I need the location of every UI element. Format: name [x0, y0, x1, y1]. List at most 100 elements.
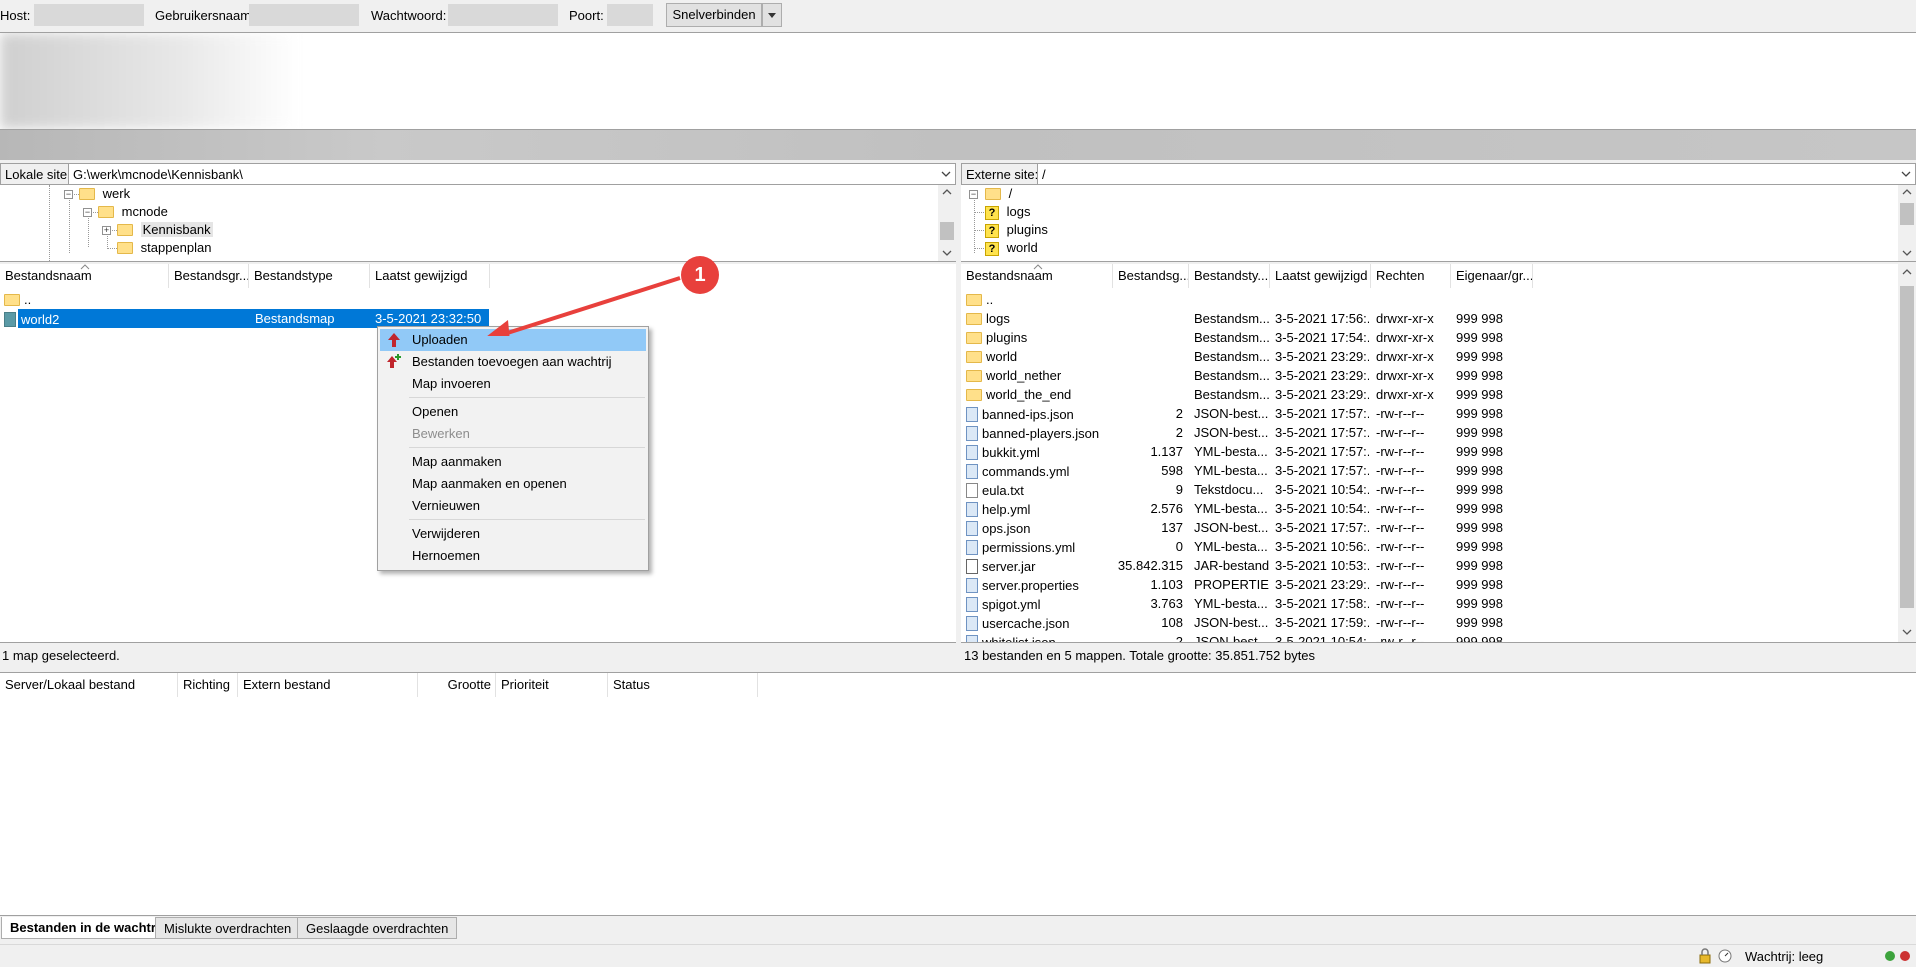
- file-name: server.properties: [982, 578, 1079, 593]
- collapse-icon[interactable]: −: [83, 208, 92, 217]
- menu-item-delete[interactable]: Verwijderen: [378, 523, 646, 545]
- pane-splitter[interactable]: [956, 163, 961, 666]
- table-row[interactable]: permissions.yml 0 YML-besta... 3-5-2021 10:…: [961, 537, 1897, 556]
- queue-header-size[interactable]: Grootte: [418, 673, 496, 697]
- port-input[interactable]: [607, 4, 653, 26]
- file-owner: 999 998: [1456, 520, 1503, 535]
- tree-item-root[interactable]: /: [985, 186, 1012, 204]
- menu-item-enter-folder[interactable]: Map invoeren: [378, 373, 646, 395]
- file-type: YML-besta...: [1194, 463, 1268, 478]
- local-tree-scrollbar[interactable]: [938, 185, 956, 261]
- quickconnect-button[interactable]: Snelverbinden: [666, 3, 762, 27]
- file-permissions: -rw-r--r--: [1376, 501, 1425, 516]
- tab-failed-transfers[interactable]: Mislukte overdrachten: [155, 917, 301, 939]
- menu-separator: [409, 397, 645, 398]
- username-input[interactable]: [249, 4, 359, 26]
- table-row[interactable]: server.properties 1.103 PROPERTIE... 3-5-20…: [961, 575, 1897, 594]
- file-permissions: drwxr-xr-x: [1376, 387, 1434, 402]
- parent-folder-icon: [4, 294, 20, 306]
- file-owner: 999 998: [1456, 501, 1503, 516]
- tree-item-werk[interactable]: werk: [79, 186, 130, 204]
- table-row[interactable]: ..: [961, 290, 1897, 309]
- menu-item-create-and-open-folder[interactable]: Map aanmaken en openen: [378, 473, 646, 495]
- table-row[interactable]: whitelist.json 2 JSON-best... 3-5-2021 10:5…: [961, 632, 1897, 643]
- queue-header-remote-file[interactable]: Extern bestand: [238, 673, 418, 697]
- expand-icon[interactable]: +: [102, 226, 111, 235]
- file-size: 0: [1175, 539, 1183, 554]
- table-row[interactable]: bukkit.yml 1.137 YML-besta... 3-5-2021 17:5…: [961, 442, 1897, 461]
- collapse-icon[interactable]: −: [969, 190, 978, 199]
- menu-item-add-to-queue[interactable]: Bestanden toevoegen aan wachtrij: [378, 351, 646, 373]
- table-row[interactable]: world Bestandsm... 3-5-2021 23:29:... drwxr…: [961, 347, 1897, 366]
- tree-item-world[interactable]: ? world: [985, 240, 1038, 258]
- column-header-permissions[interactable]: Rechten: [1371, 264, 1451, 288]
- file-icon: [966, 616, 978, 631]
- table-row[interactable]: usercache.json 108 JSON-best... 3-5-2021 17…: [961, 613, 1897, 632]
- table-row[interactable]: world_the_end Bestandsm... 3-5-2021 23:29:…: [961, 385, 1897, 404]
- tab-successful-transfers[interactable]: Geslaagde overdrachten: [297, 917, 458, 939]
- column-header-type[interactable]: Bestandsty...: [1189, 264, 1270, 288]
- local-path-input[interactable]: G:\werk\mcnode\Kennisbank\: [68, 163, 956, 185]
- queue-header-priority[interactable]: Prioriteit: [496, 673, 608, 697]
- menu-item-open[interactable]: Openen: [378, 401, 646, 423]
- file-icon: [966, 464, 978, 479]
- file-size: 598: [1161, 463, 1183, 478]
- tree-item-logs[interactable]: ? logs: [985, 204, 1030, 222]
- file-size: [1113, 290, 1183, 309]
- queue-header-direction[interactable]: Richting: [178, 673, 238, 697]
- host-input[interactable]: [34, 4, 144, 26]
- collapse-icon[interactable]: −: [64, 190, 73, 199]
- column-header-owner[interactable]: Eigenaar/gr...: [1451, 264, 1533, 288]
- tree-item-stappenplan[interactable]: stappenplan: [117, 240, 211, 258]
- file-modified: 3-5-2021 17:57:...: [1275, 520, 1369, 535]
- table-row[interactable]: eula.txt 9 Tekstdocu... 3-5-2021 10:54:... -…: [961, 480, 1897, 499]
- menu-item-rename[interactable]: Hernoemen: [378, 545, 646, 567]
- table-row[interactable]: help.yml 2.576 YML-besta... 3-5-2021 10:54:…: [961, 499, 1897, 518]
- file-owner: 999 998: [1456, 406, 1503, 421]
- tree-item-plugins[interactable]: ? plugins: [985, 222, 1048, 240]
- file-type: [1194, 290, 1269, 309]
- column-header-type[interactable]: Bestandstype: [249, 264, 370, 288]
- remote-list-scrollbar[interactable]: [1898, 264, 1916, 642]
- file-type: JSON-best...: [1194, 615, 1269, 630]
- local-status: 1 map geselecteerd.: [2, 648, 120, 663]
- tree-item-kennisbank[interactable]: Kennisbank: [117, 222, 213, 240]
- menu-item-refresh[interactable]: Vernieuwen: [378, 495, 646, 517]
- table-row[interactable]: server.jar 35.842.315 JAR-bestand 3-5-2021 …: [961, 556, 1897, 575]
- file-name: banned-ips.json: [982, 407, 1074, 422]
- file-permissions: -rw-r--r--: [1376, 539, 1425, 554]
- remote-path-input[interactable]: /: [1037, 163, 1916, 185]
- table-row[interactable]: commands.yml 598 YML-besta... 3-5-2021 17:5…: [961, 461, 1897, 480]
- file-permissions: -rw-r--r--: [1376, 596, 1425, 611]
- remote-file-header: Bestandsnaam Bestandsg... Bestandsty... …: [961, 264, 1916, 288]
- table-row[interactable]: world_nether Bestandsm... 3-5-2021 23:29:.…: [961, 366, 1897, 385]
- table-row[interactable]: ops.json 137 JSON-best... 3-5-2021 17:57:..…: [961, 518, 1897, 537]
- file-modified: 3-5-2021 23:29:...: [1275, 577, 1369, 592]
- queue-header-server-file[interactable]: Server/Lokaal bestand: [0, 673, 178, 697]
- table-row[interactable]: banned-ips.json 2 JSON-best... 3-5-2021 17:…: [961, 404, 1897, 423]
- column-header-size[interactable]: Bestandsgr...: [169, 264, 249, 288]
- queue-header-status[interactable]: Status: [608, 673, 758, 697]
- table-row[interactable]: banned-players.json 2 JSON-best... 3-5-2021…: [961, 423, 1897, 442]
- tree-item-mcnode[interactable]: mcnode: [98, 204, 168, 222]
- file-type: Bestandsm...: [1194, 311, 1269, 326]
- file-permissions: -rw-r--r--: [1376, 634, 1425, 643]
- chevron-down-icon[interactable]: [1899, 164, 1913, 184]
- remote-file-list: Bestandsnaam Bestandsg... Bestandsty... …: [961, 264, 1916, 643]
- quickconnect-dropdown[interactable]: [762, 3, 782, 27]
- speed-limit-icon[interactable]: [1717, 947, 1733, 965]
- tab-queued-files[interactable]: Bestanden in de wachtrij: [1, 917, 173, 939]
- password-input[interactable]: [448, 4, 558, 26]
- menu-item-create-folder[interactable]: Map aanmaken: [378, 451, 646, 473]
- column-header-modified[interactable]: Laatst gewijzigd: [1270, 264, 1371, 288]
- table-row[interactable]: plugins Bestandsm... 3-5-2021 17:54:... drw…: [961, 328, 1897, 347]
- table-row[interactable]: logs Bestandsm... 3-5-2021 17:56:... drwxr-…: [961, 309, 1897, 328]
- file-name: world_the_end: [986, 387, 1072, 402]
- file-modified: [1275, 290, 1369, 309]
- column-header-size[interactable]: Bestandsg...: [1113, 264, 1189, 288]
- chevron-down-icon[interactable]: [939, 164, 953, 184]
- table-row[interactable]: spigot.yml 3.763 YML-besta... 3-5-2021 17:5…: [961, 594, 1897, 613]
- remote-tree-scrollbar[interactable]: [1898, 185, 1916, 261]
- file-permissions: drwxr-xr-x: [1376, 311, 1434, 326]
- file-name: logs: [986, 311, 1010, 326]
